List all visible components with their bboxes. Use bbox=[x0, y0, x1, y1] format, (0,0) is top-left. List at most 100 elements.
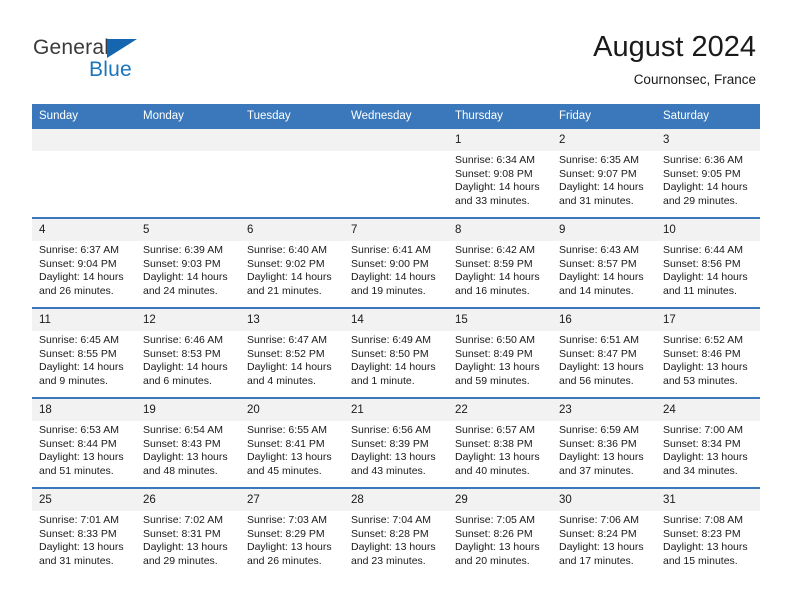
day-details: Sunrise: 6:41 AM Sunset: 9:00 PM Dayligh… bbox=[344, 241, 448, 298]
day-cell[interactable]: 16 Sunrise: 6:51 AM Sunset: 8:47 PM Dayl… bbox=[552, 307, 656, 398]
day-number: 29 bbox=[448, 489, 552, 511]
sunrise-text: Sunrise: 7:08 AM bbox=[663, 514, 743, 526]
daylight-line1: Daylight: 13 hours bbox=[663, 451, 748, 464]
daylight-line2: and 43 minutes. bbox=[351, 464, 426, 477]
daylight-line2: and 4 minutes. bbox=[247, 374, 316, 387]
day-cell[interactable]: 13 Sunrise: 6:47 AM Sunset: 8:52 PM Dayl… bbox=[240, 307, 344, 398]
daylight-line1: Daylight: 14 hours bbox=[663, 181, 748, 194]
day-number: 20 bbox=[240, 399, 344, 421]
sunset-text: Sunset: 9:07 PM bbox=[559, 167, 637, 180]
daylight-line1: Daylight: 14 hours bbox=[39, 271, 124, 284]
day-number: 16 bbox=[552, 309, 656, 331]
page-header: General Blue August 2024 Cournonsec, Fra… bbox=[0, 0, 792, 104]
sunset-text: Sunset: 8:31 PM bbox=[143, 527, 221, 540]
day-details: Sunrise: 6:59 AM Sunset: 8:36 PM Dayligh… bbox=[552, 421, 656, 478]
calendar-week-row: 25 Sunrise: 7:01 AM Sunset: 8:33 PM Dayl… bbox=[32, 487, 760, 577]
sunset-text: Sunset: 8:41 PM bbox=[247, 437, 325, 450]
day-cell[interactable]: 5 Sunrise: 6:39 AM Sunset: 9:03 PM Dayli… bbox=[136, 217, 240, 308]
sunset-text: Sunset: 9:05 PM bbox=[663, 167, 741, 180]
day-cell-empty bbox=[344, 129, 448, 218]
daylight-line1: Daylight: 14 hours bbox=[247, 361, 332, 374]
day-cell[interactable]: 24 Sunrise: 7:00 AM Sunset: 8:34 PM Dayl… bbox=[656, 397, 760, 488]
location-subtitle: Cournonsec, France bbox=[633, 72, 756, 87]
day-cell[interactable]: 29 Sunrise: 7:05 AM Sunset: 8:26 PM Dayl… bbox=[448, 487, 552, 577]
day-cell[interactable]: 7 Sunrise: 6:41 AM Sunset: 9:00 PM Dayli… bbox=[344, 217, 448, 308]
daylight-line2: and 9 minutes. bbox=[39, 374, 108, 387]
day-number: 8 bbox=[448, 219, 552, 241]
day-details: Sunrise: 6:49 AM Sunset: 8:50 PM Dayligh… bbox=[344, 331, 448, 388]
day-cell[interactable]: 21 Sunrise: 6:56 AM Sunset: 8:39 PM Dayl… bbox=[344, 397, 448, 488]
day-cell[interactable]: 26 Sunrise: 7:02 AM Sunset: 8:31 PM Dayl… bbox=[136, 487, 240, 577]
daylight-line1: Daylight: 13 hours bbox=[455, 451, 540, 464]
day-number: 24 bbox=[656, 399, 760, 421]
sunrise-text: Sunrise: 6:36 AM bbox=[663, 154, 743, 166]
sunset-text: Sunset: 9:04 PM bbox=[39, 257, 117, 270]
day-cell[interactable]: 11 Sunrise: 6:45 AM Sunset: 8:55 PM Dayl… bbox=[32, 307, 136, 398]
sunrise-text: Sunrise: 7:01 AM bbox=[39, 514, 119, 526]
sunset-text: Sunset: 8:49 PM bbox=[455, 347, 533, 360]
day-cell[interactable]: 1 Sunrise: 6:34 AM Sunset: 9:08 PM Dayli… bbox=[448, 129, 552, 218]
daylight-line2: and 1 minute. bbox=[351, 374, 415, 387]
sunrise-text: Sunrise: 7:05 AM bbox=[455, 514, 535, 526]
day-cell[interactable]: 20 Sunrise: 6:55 AM Sunset: 8:41 PM Dayl… bbox=[240, 397, 344, 488]
day-cell[interactable]: 8 Sunrise: 6:42 AM Sunset: 8:59 PM Dayli… bbox=[448, 217, 552, 308]
day-cell[interactable]: 2 Sunrise: 6:35 AM Sunset: 9:07 PM Dayli… bbox=[552, 129, 656, 218]
day-details: Sunrise: 7:03 AM Sunset: 8:29 PM Dayligh… bbox=[240, 511, 344, 568]
sunset-text: Sunset: 9:00 PM bbox=[351, 257, 429, 270]
sunrise-text: Sunrise: 6:37 AM bbox=[39, 244, 119, 256]
day-cell[interactable]: 18 Sunrise: 6:53 AM Sunset: 8:44 PM Dayl… bbox=[32, 397, 136, 488]
day-cell[interactable]: 27 Sunrise: 7:03 AM Sunset: 8:29 PM Dayl… bbox=[240, 487, 344, 577]
daylight-line1: Daylight: 14 hours bbox=[351, 361, 436, 374]
day-cell[interactable]: 22 Sunrise: 6:57 AM Sunset: 8:38 PM Dayl… bbox=[448, 397, 552, 488]
logo-text-blue: Blue bbox=[89, 58, 132, 81]
day-cell[interactable]: 4 Sunrise: 6:37 AM Sunset: 9:04 PM Dayli… bbox=[32, 217, 136, 308]
daylight-line2: and 17 minutes. bbox=[559, 554, 634, 567]
day-number: 9 bbox=[552, 219, 656, 241]
day-cell[interactable]: 3 Sunrise: 6:36 AM Sunset: 9:05 PM Dayli… bbox=[656, 129, 760, 218]
day-number: 22 bbox=[448, 399, 552, 421]
sunrise-text: Sunrise: 6:41 AM bbox=[351, 244, 431, 256]
day-cell[interactable]: 6 Sunrise: 6:40 AM Sunset: 9:02 PM Dayli… bbox=[240, 217, 344, 308]
daylight-line1: Daylight: 13 hours bbox=[455, 541, 540, 554]
daylight-line2: and 16 minutes. bbox=[455, 284, 530, 297]
daylight-line2: and 26 minutes. bbox=[247, 554, 322, 567]
day-details: Sunrise: 7:08 AM Sunset: 8:23 PM Dayligh… bbox=[656, 511, 760, 568]
day-cell[interactable]: 19 Sunrise: 6:54 AM Sunset: 8:43 PM Dayl… bbox=[136, 397, 240, 488]
daylight-line2: and 51 minutes. bbox=[39, 464, 114, 477]
day-cell[interactable]: 15 Sunrise: 6:50 AM Sunset: 8:49 PM Dayl… bbox=[448, 307, 552, 398]
day-cell[interactable]: 25 Sunrise: 7:01 AM Sunset: 8:33 PM Dayl… bbox=[32, 487, 136, 577]
day-cell[interactable]: 17 Sunrise: 6:52 AM Sunset: 8:46 PM Dayl… bbox=[656, 307, 760, 398]
day-details: Sunrise: 6:47 AM Sunset: 8:52 PM Dayligh… bbox=[240, 331, 344, 388]
day-cell[interactable]: 31 Sunrise: 7:08 AM Sunset: 8:23 PM Dayl… bbox=[656, 487, 760, 577]
sunset-text: Sunset: 8:47 PM bbox=[559, 347, 637, 360]
day-cell[interactable]: 30 Sunrise: 7:06 AM Sunset: 8:24 PM Dayl… bbox=[552, 487, 656, 577]
day-number: 27 bbox=[240, 489, 344, 511]
day-details: Sunrise: 6:37 AM Sunset: 9:04 PM Dayligh… bbox=[32, 241, 136, 298]
daylight-line2: and 20 minutes. bbox=[455, 554, 530, 567]
day-cell[interactable]: 28 Sunrise: 7:04 AM Sunset: 8:28 PM Dayl… bbox=[344, 487, 448, 577]
day-number: 30 bbox=[552, 489, 656, 511]
daylight-line2: and 26 minutes. bbox=[39, 284, 114, 297]
daylight-line2: and 56 minutes. bbox=[559, 374, 634, 387]
sunrise-text: Sunrise: 7:06 AM bbox=[559, 514, 639, 526]
day-number bbox=[344, 129, 448, 151]
page-title: August 2024 bbox=[593, 31, 756, 63]
daylight-line1: Daylight: 14 hours bbox=[39, 361, 124, 374]
day-cell[interactable]: 9 Sunrise: 6:43 AM Sunset: 8:57 PM Dayli… bbox=[552, 217, 656, 308]
sunrise-text: Sunrise: 6:54 AM bbox=[143, 424, 223, 436]
day-cell[interactable]: 14 Sunrise: 6:49 AM Sunset: 8:50 PM Dayl… bbox=[344, 307, 448, 398]
daylight-line2: and 6 minutes. bbox=[143, 374, 212, 387]
sunset-text: Sunset: 8:28 PM bbox=[351, 527, 429, 540]
weekday-header-sunday: Sunday bbox=[32, 104, 136, 129]
day-cell[interactable]: 12 Sunrise: 6:46 AM Sunset: 8:53 PM Dayl… bbox=[136, 307, 240, 398]
day-cell[interactable]: 10 Sunrise: 6:44 AM Sunset: 8:56 PM Dayl… bbox=[656, 217, 760, 308]
sunrise-text: Sunrise: 6:51 AM bbox=[559, 334, 639, 346]
general-blue-logo[interactable]: General Blue bbox=[33, 36, 213, 90]
sunset-text: Sunset: 8:36 PM bbox=[559, 437, 637, 450]
daylight-line2: and 15 minutes. bbox=[663, 554, 738, 567]
calendar-page: General Blue August 2024 Cournonsec, Fra… bbox=[0, 0, 792, 612]
day-cell[interactable]: 23 Sunrise: 6:59 AM Sunset: 8:36 PM Dayl… bbox=[552, 397, 656, 488]
day-details: Sunrise: 6:35 AM Sunset: 9:07 PM Dayligh… bbox=[552, 151, 656, 208]
sunset-text: Sunset: 8:29 PM bbox=[247, 527, 325, 540]
daylight-line1: Daylight: 14 hours bbox=[559, 181, 644, 194]
